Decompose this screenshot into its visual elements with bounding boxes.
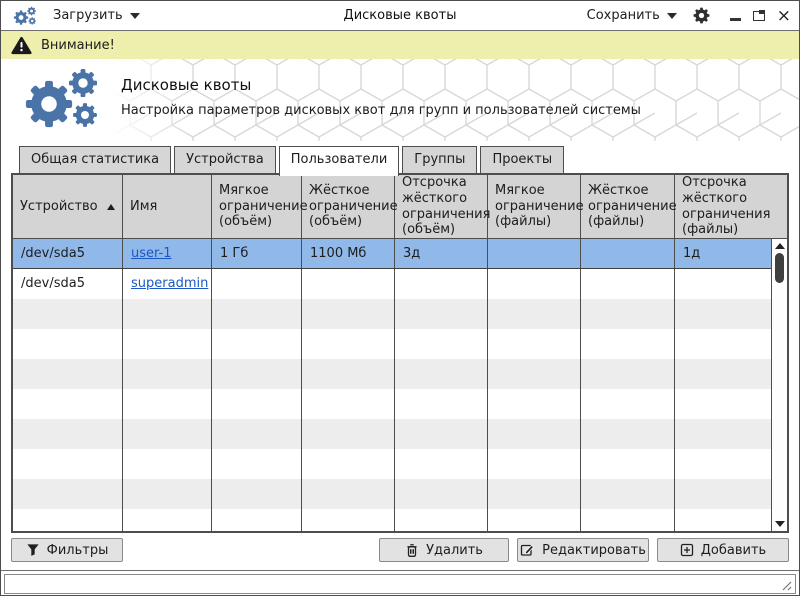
cell-hard-volume [302, 269, 395, 299]
table-row-empty [13, 479, 787, 509]
scroll-up-icon[interactable] [775, 243, 785, 249]
plus-square-icon [680, 543, 694, 557]
delete-button[interactable]: Удалить [379, 538, 509, 562]
cell-hard-volume: 1100 Мб [302, 239, 395, 268]
table-body: /dev/sda5 user-1 1 Гб 1100 Мб 3д 1д /dev… [13, 239, 787, 531]
table-header-row: Устройство Имя Мягкое ограничение (объём… [13, 175, 787, 239]
column-header-hard-limit-volume[interactable]: Жёсткое ограничение (объём) [302, 175, 395, 238]
maximize-button[interactable] [753, 11, 765, 21]
cell-soft-files [488, 239, 581, 268]
warning-text: Внимание! [41, 38, 115, 53]
trash-icon [405, 543, 419, 558]
edit-pencil-icon [520, 543, 535, 557]
user-link[interactable]: user-1 [131, 246, 172, 261]
sort-ascending-icon [107, 204, 115, 210]
settings-gear-icon[interactable] [693, 7, 710, 24]
cell-name: user-1 [123, 239, 212, 268]
column-header-soft-limit-volume[interactable]: Мягкое ограничение (объём) [212, 175, 302, 238]
header-scrollbar-spacer [772, 175, 788, 238]
app-window: Загрузить Дисковые квоты Сохранить × [0, 0, 800, 596]
tab-general-statistics[interactable]: Общая статистика [19, 146, 171, 173]
tab-bar: Общая статистика Устройства Пользователи… [1, 141, 799, 173]
column-header-grace-volume[interactable]: Отсрочка жёсткого ограничения (объём) [395, 175, 488, 238]
table-row[interactable]: /dev/sda5 superadmin [13, 269, 787, 299]
tab-devices[interactable]: Устройства [174, 146, 276, 173]
warning-banner: Внимание! [1, 31, 799, 59]
tab-users[interactable]: Пользователи [279, 146, 400, 176]
vertical-scrollbar[interactable] [771, 239, 787, 531]
table-row-empty [13, 509, 787, 531]
cell-soft-volume [212, 269, 302, 299]
table-row-empty [13, 389, 787, 419]
load-menu-button[interactable]: Загрузить [53, 8, 140, 23]
cell-hard-files [581, 269, 675, 299]
scrollbar-thumb[interactable] [775, 253, 784, 283]
tab-groups[interactable]: Группы [402, 146, 477, 173]
page-header: Дисковые квоты Настройка параметров диск… [1, 59, 799, 141]
cell-name: superadmin [123, 269, 212, 299]
filters-button[interactable]: Фильтры [11, 538, 123, 562]
add-button[interactable]: Добавить [657, 538, 789, 562]
cell-hard-files [581, 239, 675, 268]
column-header-soft-limit-files[interactable]: Мягкое ограничение (файлы) [488, 175, 581, 238]
user-link[interactable]: superadmin [131, 276, 208, 291]
chevron-down-icon [667, 13, 677, 19]
window-title: Дисковые квоты [344, 8, 457, 23]
column-header-hard-limit-files[interactable]: Жёсткое ограничение (файлы) [581, 175, 675, 238]
quota-table: Устройство Имя Мягкое ограничение (объём… [11, 173, 789, 533]
save-menu-button[interactable]: Сохранить [587, 8, 677, 23]
table-row-empty [13, 359, 787, 389]
status-bar [4, 574, 796, 594]
cell-grace-volume: 3д [395, 239, 488, 268]
column-header-name[interactable]: Имя [123, 175, 212, 238]
table-row-empty [13, 299, 787, 329]
edit-button[interactable]: Редактировать [517, 538, 649, 562]
cell-soft-files [488, 269, 581, 299]
chevron-down-icon [130, 13, 140, 19]
load-menu-label: Загрузить [53, 8, 123, 23]
minimize-button[interactable] [730, 18, 741, 21]
column-header-grace-files[interactable]: Отсрочка жёсткого ограничения (файлы) [675, 175, 772, 238]
cell-device: /dev/sda5 [13, 269, 123, 299]
filter-funnel-icon [26, 543, 40, 557]
page-subtitle: Настройка параметров дисковых квот для г… [121, 103, 641, 118]
app-gears-icon [13, 6, 39, 26]
save-menu-label: Сохранить [587, 8, 660, 23]
titlebar: Загрузить Дисковые квоты Сохранить × [1, 1, 799, 31]
tab-projects[interactable]: Проекты [480, 146, 564, 173]
warning-triangle-icon [11, 36, 32, 55]
column-header-device[interactable]: Устройство [13, 175, 123, 238]
table-row[interactable]: /dev/sda5 user-1 1 Гб 1100 Мб 3д 1д [13, 239, 787, 269]
table-row-empty [13, 329, 787, 359]
cell-soft-volume: 1 Гб [212, 239, 302, 268]
table-row-empty [13, 419, 787, 449]
cell-device: /dev/sda5 [13, 239, 123, 268]
disk-quotas-logo-gears-icon [23, 67, 107, 131]
cell-grace-volume [395, 269, 488, 299]
table-row-empty [13, 449, 787, 479]
page-title: Дисковые квоты [121, 76, 641, 94]
resize-grip[interactable] [781, 580, 792, 591]
scroll-down-icon[interactable] [775, 521, 785, 527]
statusbar-area [1, 571, 799, 595]
action-button-row: Фильтры Удалить Редактировать [1, 533, 799, 567]
table-empty-rows [13, 299, 787, 531]
close-button[interactable]: × [777, 9, 791, 23]
